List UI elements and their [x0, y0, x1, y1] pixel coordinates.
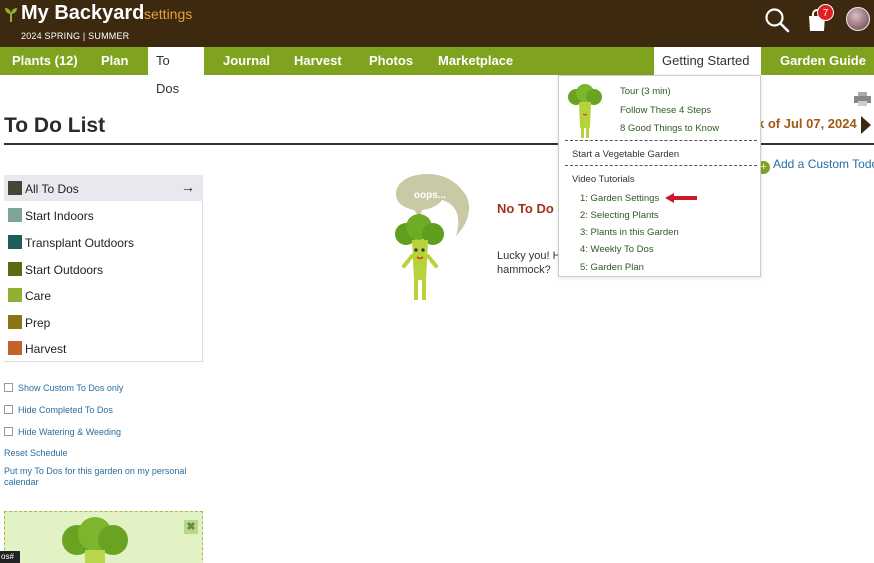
- season-label: 2024 SPRING | SUMMER: [21, 31, 130, 41]
- filter-swatch: [8, 235, 22, 249]
- avatar[interactable]: [846, 7, 870, 31]
- filter-all-todos[interactable]: All To Dos →: [4, 175, 203, 201]
- tab-photos[interactable]: Photos: [361, 47, 421, 75]
- tab-todos[interactable]: To Dos: [148, 47, 204, 96]
- hide-completed-label: Hide Completed To Dos: [18, 405, 113, 415]
- filter-label: Prep: [25, 316, 51, 330]
- video-selecting-plants-link[interactable]: 2: Selecting Plants: [580, 210, 659, 221]
- filter-label: Start Indoors: [25, 209, 94, 223]
- hide-watering-option[interactable]: Hide Watering & Weeding: [4, 427, 121, 437]
- menu-divider: [565, 140, 757, 141]
- filter-swatch: [8, 315, 22, 329]
- filter-swatch: [8, 262, 22, 276]
- settings-link[interactable]: settings: [144, 6, 192, 22]
- filter-start-outdoors[interactable]: Start Outdoors: [4, 256, 203, 282]
- filter-label: Care: [25, 289, 52, 303]
- broccoli-mascot-icon: [568, 84, 602, 138]
- video-plants-in-garden-link[interactable]: 3: Plants in this Garden: [580, 227, 679, 238]
- tab-harvest[interactable]: Harvest: [286, 47, 350, 75]
- filter-transplant-outdoors[interactable]: Transplant Outdoors: [4, 229, 203, 255]
- filter-label: Start Outdoors: [25, 263, 104, 277]
- filter-label: Harvest: [25, 342, 67, 356]
- week-label: k of Jul 07, 2024: [757, 116, 857, 131]
- filter-label: All To Dos: [25, 182, 79, 196]
- personal-calendar-link[interactable]: Put my To Dos for this garden on my pers…: [4, 466, 199, 488]
- add-custom-todo-label: Add a Custom Todo: [773, 157, 874, 171]
- sprout-icon: [5, 8, 17, 22]
- arrow-right-icon: →: [181, 179, 195, 195]
- broccoli-mascot-icon: [62, 517, 128, 563]
- filter-care[interactable]: Care: [4, 282, 203, 308]
- tab-getting-started[interactable]: Getting Started: [654, 47, 761, 75]
- add-custom-todo-link[interactable]: + Add a Custom Todo: [757, 157, 874, 174]
- hide-watering-label: Hide Watering & Weeding: [18, 427, 122, 437]
- todo-filter-list: All To Dos → Start Indoors Transplant Ou…: [4, 175, 203, 362]
- video-weekly-todos-link[interactable]: 4: Weekly To Dos: [580, 244, 654, 255]
- filter-prep[interactable]: Prep: [4, 309, 203, 335]
- video-tutorials-heading: Video Tutorials: [572, 174, 635, 185]
- print-icon[interactable]: [854, 92, 871, 106]
- app-title[interactable]: My Backyard: [21, 2, 144, 25]
- status-tooltip: os#: [0, 551, 20, 563]
- top-header: My Backyard settings 2024 SPRING | SUMME…: [0, 0, 874, 47]
- menu-divider: [565, 165, 757, 166]
- show-custom-label: Show Custom To Dos only: [18, 383, 124, 393]
- cart-count-badge: 7: [817, 4, 834, 21]
- hide-completed-option[interactable]: Hide Completed To Dos: [4, 405, 113, 415]
- hide-watering-checkbox[interactable]: [4, 427, 13, 436]
- tab-marketplace[interactable]: Marketplace: [430, 47, 521, 75]
- four-steps-link[interactable]: Follow These 4 Steps: [620, 105, 711, 116]
- empty-state-line-1: Lucky you! H: [497, 250, 561, 262]
- reset-schedule-link[interactable]: Reset Schedule: [4, 448, 68, 459]
- tab-plan[interactable]: Plan: [93, 47, 136, 75]
- show-custom-todos-option[interactable]: Show Custom To Dos only: [4, 383, 123, 393]
- video-garden-plan-link[interactable]: 5: Garden Plan: [580, 262, 644, 273]
- close-icon[interactable]: ✖: [184, 520, 198, 534]
- filter-label: Transplant Outdoors: [25, 236, 134, 250]
- good-things-link[interactable]: 8 Good Things to Know: [620, 123, 719, 134]
- tab-journal[interactable]: Journal: [215, 47, 278, 75]
- next-week-arrow-icon[interactable]: [861, 116, 871, 134]
- tab-plants[interactable]: Plants (12): [4, 47, 86, 75]
- show-custom-checkbox[interactable]: [4, 383, 13, 392]
- filter-swatch: [8, 208, 22, 222]
- hide-completed-checkbox[interactable]: [4, 405, 13, 414]
- red-arrow-icon: [665, 193, 697, 203]
- video-garden-settings-link[interactable]: 1: Garden Settings: [580, 193, 659, 204]
- tour-link[interactable]: Tour (3 min): [620, 86, 671, 97]
- empty-state-body: Lucky you! H hammock?: [497, 249, 567, 277]
- search-icon[interactable]: [764, 7, 790, 33]
- broccoli-mascot-icon: oops...: [395, 174, 470, 300]
- filter-swatch: [8, 181, 22, 195]
- page-title: To Do List: [4, 114, 106, 137]
- promo-box: ✖: [4, 511, 203, 563]
- start-vegetable-garden-link[interactable]: Start a Vegetable Garden: [572, 149, 679, 160]
- getting-started-menu: Tour (3 min) Follow These 4 Steps 8 Good…: [558, 75, 761, 277]
- filter-swatch: [8, 288, 22, 302]
- tab-garden-guide[interactable]: Garden Guide: [772, 47, 874, 75]
- filter-harvest[interactable]: Harvest: [4, 335, 203, 361]
- oops-bubble-text: oops...: [414, 190, 446, 201]
- filter-swatch: [8, 341, 22, 355]
- empty-state-line-2: hammock?: [497, 264, 551, 276]
- main-nav: Plants (12) Plan To Dos Journal Harvest …: [0, 47, 874, 96]
- empty-state-title: No To Do: [497, 201, 554, 216]
- filter-start-indoors[interactable]: Start Indoors: [4, 202, 203, 228]
